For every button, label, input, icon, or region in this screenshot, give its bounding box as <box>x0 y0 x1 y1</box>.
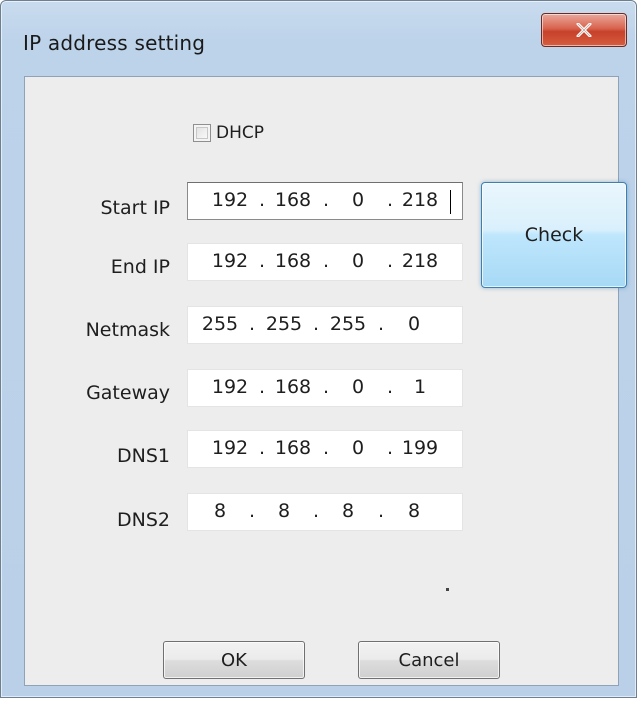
dialog-window: IP address setting <box>0 0 637 698</box>
close-icon <box>576 23 592 37</box>
stray-dot <box>446 588 449 591</box>
octet[interactable]: 8 <box>194 500 246 522</box>
octet[interactable]: 0 <box>332 189 384 211</box>
start-ip-field[interactable]: 192 . 168 . 0 . 218 <box>187 182 463 220</box>
octet[interactable]: 192 <box>204 189 256 211</box>
dns1-field[interactable]: 192 . 168 . 0 . 199 <box>187 430 463 468</box>
dhcp-label: DHCP <box>216 123 264 143</box>
octet-separator: . <box>312 500 320 522</box>
octet-separator: . <box>377 313 385 335</box>
octet[interactable]: 168 <box>267 189 319 211</box>
end-ip-label: End IP <box>110 256 170 278</box>
octet[interactable]: 192 <box>204 437 256 459</box>
dns1-label: DNS1 <box>117 445 170 467</box>
octet-separator: . <box>258 250 266 272</box>
start-ip-label: Start IP <box>100 197 170 219</box>
gateway-label: Gateway <box>86 382 170 404</box>
end-ip-field[interactable]: 192 . 168 . 0 . 218 <box>187 243 463 281</box>
dns2-field[interactable]: 8 . 8 . 8 . 8 <box>187 493 463 531</box>
octet[interactable]: 0 <box>388 313 440 335</box>
check-button[interactable]: Check <box>481 182 627 288</box>
octet-separator: . <box>248 313 256 335</box>
octet[interactable]: 218 <box>394 250 446 272</box>
octet-separator: . <box>322 437 330 459</box>
octet[interactable]: 199 <box>394 437 446 459</box>
octet-separator: . <box>377 500 385 522</box>
octet[interactable]: 1 <box>394 376 446 398</box>
window-title: IP address setting <box>23 31 206 55</box>
dhcp-checkbox[interactable] <box>193 124 211 142</box>
octet[interactable]: 168 <box>267 437 319 459</box>
title-bar[interactable]: IP address setting <box>1 1 636 76</box>
gateway-field[interactable]: 192 . 168 . 0 . 1 <box>187 369 463 407</box>
octet[interactable]: 8 <box>258 500 310 522</box>
netmask-label: Netmask <box>85 319 170 341</box>
octet[interactable]: 8 <box>388 500 440 522</box>
dhcp-option[interactable]: DHCP <box>193 120 264 146</box>
octet[interactable]: 255 <box>322 313 374 335</box>
octet[interactable]: 168 <box>267 250 319 272</box>
octet[interactable]: 0 <box>332 376 384 398</box>
octet[interactable]: 0 <box>332 437 384 459</box>
cancel-button[interactable]: Cancel <box>358 641 500 679</box>
octet[interactable]: 255 <box>258 313 310 335</box>
text-caret <box>450 190 451 214</box>
octet[interactable]: 218 <box>394 189 446 211</box>
octet-separator: . <box>322 376 330 398</box>
octet-separator: . <box>322 250 330 272</box>
octet[interactable]: 8 <box>322 500 374 522</box>
octet[interactable]: 0 <box>332 250 384 272</box>
octet[interactable]: 192 <box>204 376 256 398</box>
close-button[interactable] <box>541 13 627 47</box>
octet-separator: . <box>258 376 266 398</box>
octet-separator: . <box>322 189 330 211</box>
octet[interactable]: 192 <box>204 250 256 272</box>
octet-separator: . <box>258 189 266 211</box>
octet[interactable]: 168 <box>267 376 319 398</box>
octet-separator: . <box>258 437 266 459</box>
netmask-field[interactable]: 255 . 255 . 255 . 0 <box>187 306 463 344</box>
ok-button[interactable]: OK <box>163 641 305 679</box>
octet[interactable]: 255 <box>194 313 246 335</box>
octet-separator: . <box>248 500 256 522</box>
octet-separator: . <box>312 313 320 335</box>
dns2-label: DNS2 <box>117 509 170 531</box>
